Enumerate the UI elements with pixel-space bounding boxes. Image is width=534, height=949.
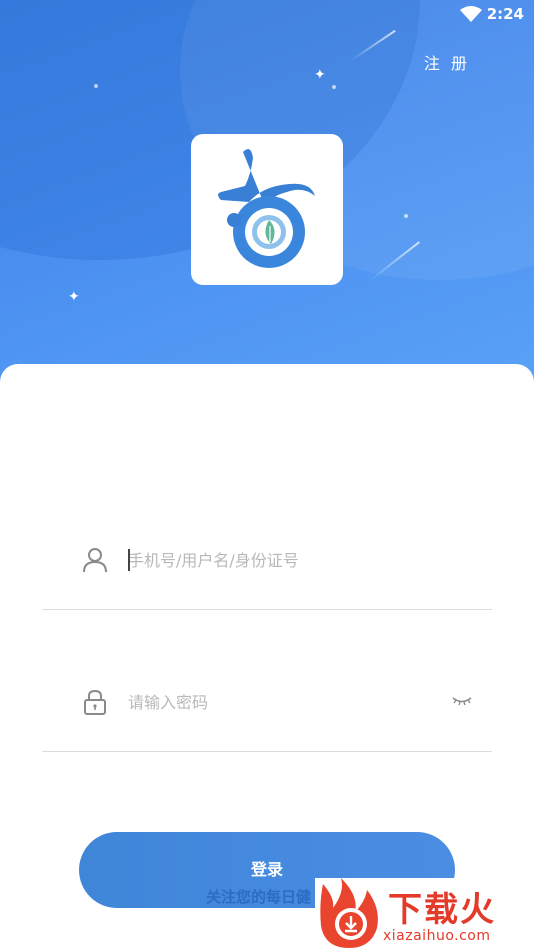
star-dot (404, 214, 408, 218)
watermark-brand: 下载火 (388, 890, 496, 930)
star-dot (94, 84, 98, 88)
text-cursor (128, 549, 130, 571)
field-divider (42, 609, 492, 610)
watermark: 下载火 xiazaihuo.com (315, 878, 534, 949)
status-time: 2:24 (486, 5, 524, 23)
sparkle-icon: ✦ (68, 289, 80, 305)
field-divider (42, 751, 492, 752)
password-input[interactable] (128, 684, 448, 720)
sparkle-icon: ✦ (314, 67, 326, 83)
star-dot (332, 85, 336, 89)
flame-download-icon (320, 878, 378, 948)
status-bar: 2:24 (0, 0, 534, 28)
wifi-icon (460, 6, 482, 22)
user-icon (83, 548, 107, 573)
watermark-url: xiazaihuo.com (383, 928, 491, 944)
username-field (42, 530, 492, 610)
password-field (42, 672, 492, 752)
username-input[interactable] (128, 542, 448, 578)
app-logo-icon (218, 149, 315, 268)
app-logo (191, 134, 343, 285)
footer-slogan: 关注您的每日健 (206, 888, 312, 906)
lock-icon (84, 689, 106, 715)
register-link[interactable]: 注 册 (424, 50, 470, 74)
eye-closed-icon[interactable] (452, 694, 472, 708)
